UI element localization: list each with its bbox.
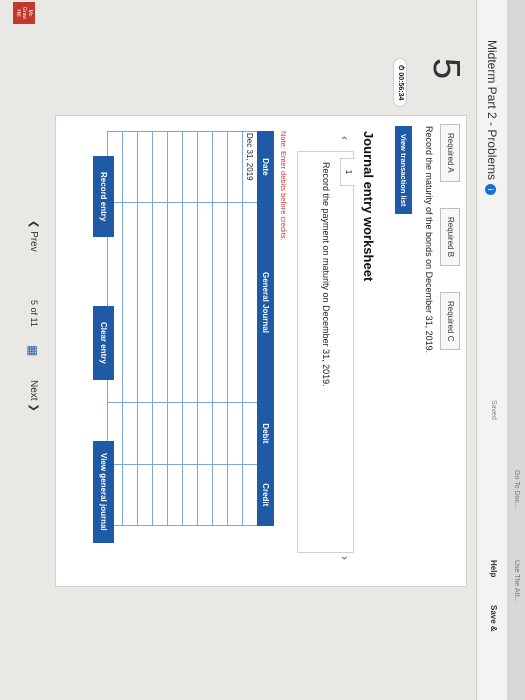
chevron-left-icon[interactable]: ‹ xyxy=(338,136,352,140)
account-cell[interactable] xyxy=(182,202,198,403)
journal-table: Date General Journal Debit Credit Dec 31… xyxy=(107,131,274,526)
browser-topbar: Use The Att... Go To Doc... xyxy=(507,0,525,700)
help-button[interactable]: Help xyxy=(489,560,498,577)
col-general-journal: General Journal xyxy=(257,202,274,403)
account-cell[interactable] xyxy=(122,202,138,403)
logo-line: Hill xyxy=(15,9,21,17)
date-cell[interactable] xyxy=(137,131,153,203)
logo-line: Mc xyxy=(27,9,33,17)
tab-required-a[interactable]: Required A xyxy=(440,124,460,182)
browser-tab-2[interactable]: Go To Doc... xyxy=(513,470,520,509)
info-icon[interactable]: i xyxy=(485,184,496,196)
date-cell[interactable] xyxy=(182,131,198,203)
table-row: Dec 31, 2019 xyxy=(242,131,258,526)
saved-status: Saved xyxy=(490,400,497,420)
table-row xyxy=(167,131,183,526)
debit-cell[interactable] xyxy=(227,402,243,465)
exam-title-text: Midterm Part 2 - Problems xyxy=(485,40,499,181)
date-cell[interactable] xyxy=(227,131,243,203)
question-number: 5 xyxy=(425,58,467,80)
save-exit-button[interactable]: Save & xyxy=(489,605,498,632)
account-cell[interactable] xyxy=(212,202,228,403)
credit-cell[interactable] xyxy=(137,464,153,526)
debit-cell[interactable] xyxy=(242,402,258,465)
account-cell[interactable] xyxy=(167,202,183,403)
account-cell[interactable] xyxy=(197,202,213,403)
exam-header: Midterm Part 2 - Problems i Saved Help Sa… xyxy=(476,0,507,700)
table-row xyxy=(227,131,243,526)
transaction-box: 1 Record the payment on maturity on Dece… xyxy=(297,151,355,553)
debit-cell[interactable] xyxy=(152,402,168,465)
table-row xyxy=(137,131,153,526)
prev-button[interactable]: ❮ Prev xyxy=(28,220,39,252)
question-position: 5 of 11 xyxy=(29,300,39,327)
record-entry-button[interactable]: Record entry xyxy=(93,156,114,238)
date-cell[interactable] xyxy=(212,131,228,203)
table-row xyxy=(122,131,138,526)
credit-cell[interactable] xyxy=(242,464,258,526)
instruction-text: Record the maturity of the bonds on Dece… xyxy=(424,126,434,354)
question-navigation: ❮ Prev 5 of 11 ▦ Next ❯ xyxy=(15,0,55,700)
tab-required-c[interactable]: Required C xyxy=(440,292,460,351)
credit-cell[interactable] xyxy=(227,464,243,526)
credit-cell[interactable] xyxy=(122,464,138,526)
question-content: Required A Required B Required C Record … xyxy=(55,115,467,587)
debit-cell[interactable] xyxy=(167,402,183,465)
date-cell[interactable] xyxy=(197,131,213,203)
account-cell[interactable] xyxy=(227,202,243,403)
debit-cell[interactable] xyxy=(137,402,153,465)
table-row xyxy=(182,131,198,526)
account-cell[interactable] xyxy=(152,202,168,403)
date-cell[interactable] xyxy=(152,131,168,203)
col-credit: Credit xyxy=(257,464,274,526)
col-date: Date xyxy=(257,131,274,203)
view-transaction-list-button[interactable]: View transaction list xyxy=(395,126,412,215)
table-row xyxy=(212,131,228,526)
transaction-description: Record the payment on maturity on Decemb… xyxy=(321,162,331,387)
date-cell[interactable] xyxy=(122,131,138,203)
debit-cell[interactable] xyxy=(182,402,198,465)
table-row xyxy=(197,131,213,526)
debits-note: Note: Enter debits before credits. xyxy=(279,131,288,241)
date-cell[interactable] xyxy=(167,131,183,203)
browser-tab-1[interactable]: Use The Att... xyxy=(513,560,520,602)
transaction-tab-1[interactable]: 1 xyxy=(340,158,355,186)
timer-badge: ⏱ 00:56:34 xyxy=(393,58,407,108)
photo-stage: Use The Att... Go To Doc... Midterm Part… xyxy=(0,0,525,700)
credit-cell[interactable] xyxy=(167,464,183,526)
next-button[interactable]: Next ❯ xyxy=(28,380,39,412)
credit-cell[interactable] xyxy=(212,464,228,526)
account-cell[interactable] xyxy=(242,202,258,403)
exam-page: Use The Att... Go To Doc... Midterm Part… xyxy=(0,0,525,700)
date-cell[interactable]: Dec 31, 2019 xyxy=(242,131,258,203)
credit-cell[interactable] xyxy=(182,464,198,526)
debit-cell[interactable] xyxy=(122,402,138,465)
credit-cell[interactable] xyxy=(152,464,168,526)
debit-cell[interactable] xyxy=(197,402,213,465)
chevron-right-icon[interactable]: › xyxy=(338,556,352,560)
clear-entry-button[interactable]: Clear entry xyxy=(93,306,114,380)
worksheet-title: Journal entry worksheet xyxy=(361,131,376,282)
tab-required-b[interactable]: Required B xyxy=(440,208,460,267)
credit-cell[interactable] xyxy=(197,464,213,526)
table-row xyxy=(152,131,168,526)
question-sidebar: 5 ⏱ 00:56:34 xyxy=(0,0,477,110)
account-cell[interactable] xyxy=(137,202,153,403)
col-debit: Debit xyxy=(257,402,274,465)
timer-text: 00:56:34 xyxy=(397,72,404,101)
grid-icon[interactable]: ▦ xyxy=(26,345,40,356)
debit-cell[interactable] xyxy=(212,402,228,465)
exam-title: Midterm Part 2 - Problems i xyxy=(485,40,499,196)
mcgraw-hill-logo: Mc Graw Hill xyxy=(13,2,35,24)
logo-line: Graw xyxy=(21,7,27,19)
view-general-journal-button[interactable]: View general journal xyxy=(93,441,114,543)
